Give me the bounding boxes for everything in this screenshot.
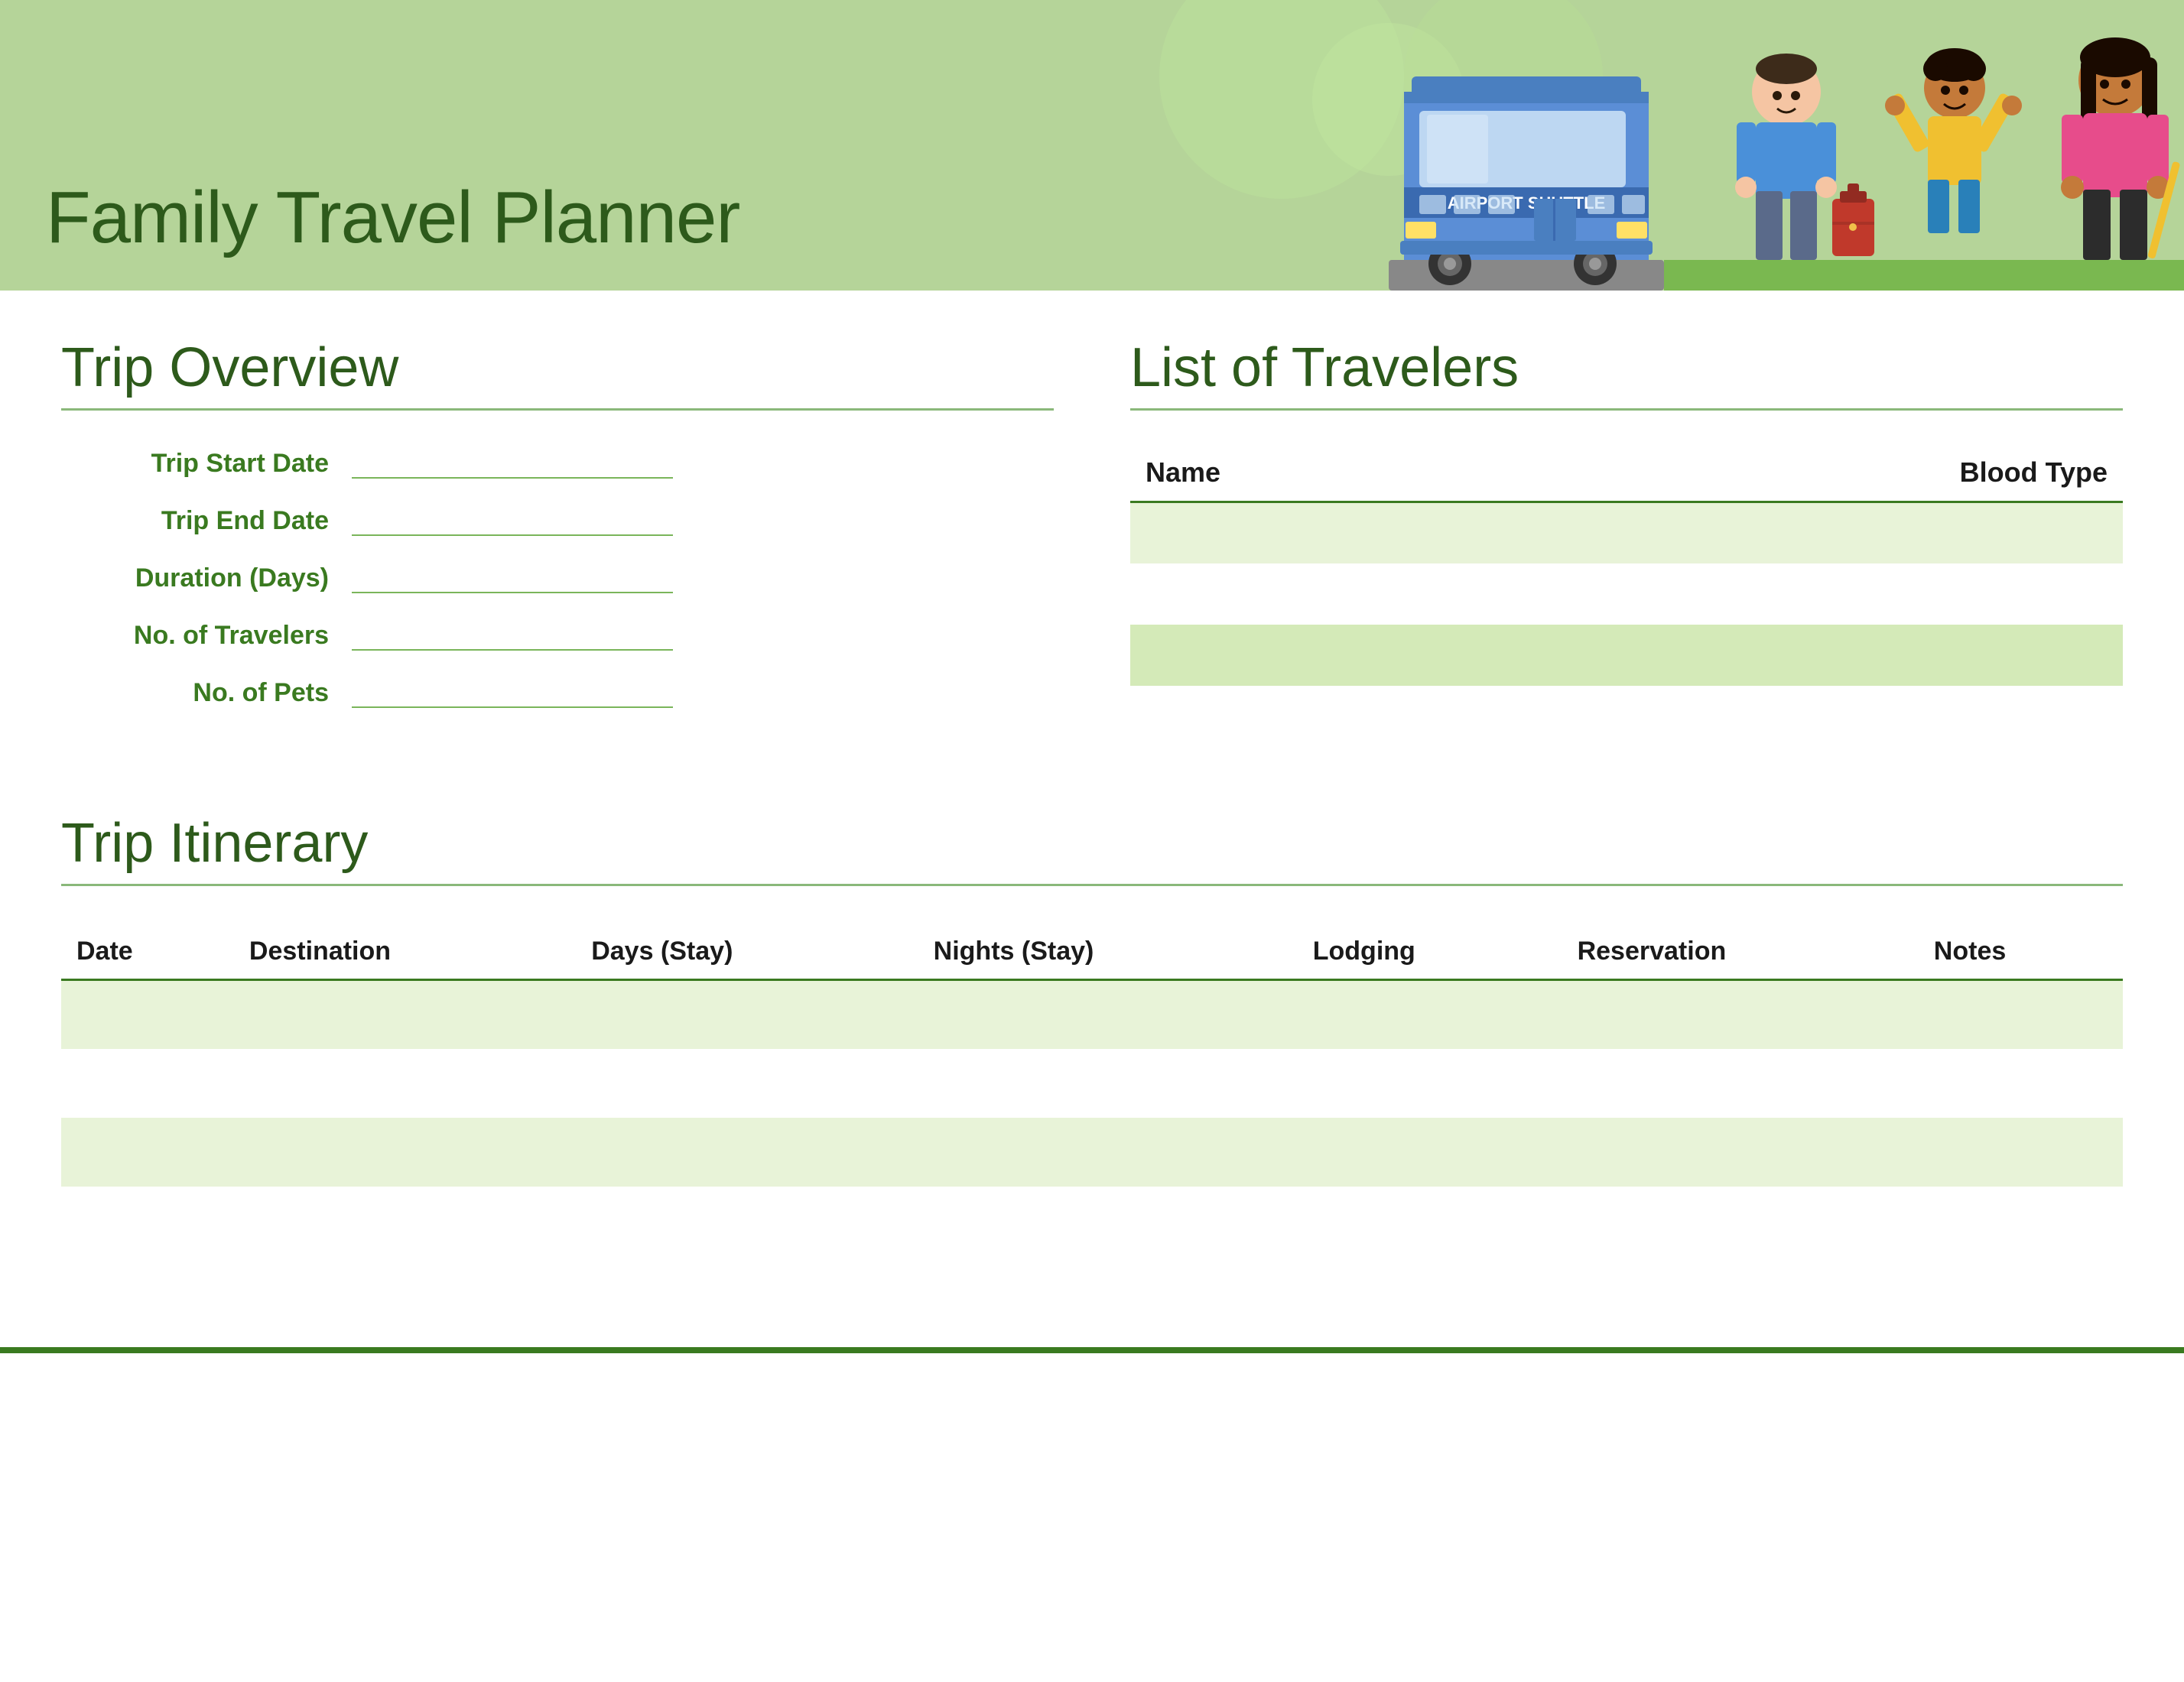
trip-end-date-row: Trip End Date bbox=[61, 506, 1054, 536]
traveler-bloodtype-3[interactable] bbox=[1500, 625, 2123, 686]
table-row[interactable] bbox=[61, 980, 2123, 1049]
trip-itinerary-section: Trip Itinerary Date Destination Days (St… bbox=[61, 812, 2123, 1255]
table-row[interactable] bbox=[61, 1187, 2123, 1255]
num-pets-row: No. of Pets bbox=[61, 678, 1054, 708]
travelers-name-header: Name bbox=[1130, 449, 1500, 502]
list-of-travelers-section: List of Travelers Name Blood Type bbox=[1130, 336, 2123, 735]
itinerary-lodging-1[interactable] bbox=[1298, 980, 1562, 1049]
itinerary-date-2[interactable] bbox=[61, 1049, 234, 1118]
duration-row: Duration (Days) bbox=[61, 563, 1054, 593]
itinerary-lodging-header: Lodging bbox=[1298, 924, 1562, 980]
duration-label: Duration (Days) bbox=[61, 563, 352, 593]
trip-start-date-input[interactable] bbox=[352, 477, 673, 479]
itinerary-lodging-3[interactable] bbox=[1298, 1118, 1562, 1187]
itinerary-days-3[interactable] bbox=[576, 1118, 918, 1187]
footer-line bbox=[0, 1347, 2184, 1353]
trip-end-date-input[interactable] bbox=[352, 534, 673, 536]
itinerary-notes-header: Notes bbox=[1919, 924, 2123, 980]
itinerary-reservation-1[interactable] bbox=[1562, 980, 1919, 1049]
page-header: Family Travel Planner AIRPORT SHUTTLE bbox=[0, 0, 2184, 291]
trip-start-date-label: Trip Start Date bbox=[61, 449, 352, 479]
itinerary-days-4[interactable] bbox=[576, 1187, 918, 1255]
itinerary-destination-header: Destination bbox=[234, 924, 576, 980]
itinerary-reservation-2[interactable] bbox=[1562, 1049, 1919, 1118]
itinerary-days-2[interactable] bbox=[576, 1049, 918, 1118]
duration-input[interactable] bbox=[352, 592, 673, 593]
itinerary-table: Date Destination Days (Stay) Nights (Sta… bbox=[61, 924, 2123, 1255]
itinerary-lodging-2[interactable] bbox=[1298, 1049, 1562, 1118]
itinerary-reservation-header: Reservation bbox=[1562, 924, 1919, 980]
itinerary-date-header: Date bbox=[61, 924, 234, 980]
itinerary-notes-2[interactable] bbox=[1919, 1049, 2123, 1118]
num-pets-label: No. of Pets bbox=[61, 678, 352, 708]
list-of-travelers-title: List of Travelers bbox=[1130, 336, 2123, 411]
itinerary-notes-3[interactable] bbox=[1919, 1118, 2123, 1187]
traveler-bloodtype-1[interactable] bbox=[1500, 502, 2123, 563]
traveler-name-3[interactable] bbox=[1130, 625, 1500, 686]
traveler-name-2[interactable] bbox=[1130, 563, 1500, 625]
main-content: Trip Overview Trip Start Date Trip End D… bbox=[0, 291, 2184, 1301]
itinerary-nights-header: Nights (Stay) bbox=[918, 924, 1298, 980]
itinerary-notes-1[interactable] bbox=[1919, 980, 2123, 1049]
trip-end-date-label: Trip End Date bbox=[61, 506, 352, 536]
num-travelers-label: No. of Travelers bbox=[61, 621, 352, 651]
itinerary-date-3[interactable] bbox=[61, 1118, 234, 1187]
table-row[interactable] bbox=[1130, 563, 2123, 625]
itinerary-date-1[interactable] bbox=[61, 980, 234, 1049]
itinerary-destination-3[interactable] bbox=[234, 1118, 576, 1187]
bus-illustration: AIRPORT SHUTTLE bbox=[1389, 46, 1664, 291]
travelers-table: Name Blood Type bbox=[1130, 449, 2123, 686]
itinerary-lodging-4[interactable] bbox=[1298, 1187, 1562, 1255]
traveler-bloodtype-2[interactable] bbox=[1500, 563, 2123, 625]
top-section: Trip Overview Trip Start Date Trip End D… bbox=[61, 336, 2123, 735]
itinerary-nights-1[interactable] bbox=[918, 980, 1298, 1049]
table-row[interactable] bbox=[1130, 625, 2123, 686]
num-travelers-input[interactable] bbox=[352, 649, 673, 651]
itinerary-days-1[interactable] bbox=[576, 980, 918, 1049]
itinerary-nights-2[interactable] bbox=[918, 1049, 1298, 1118]
traveler-name-1[interactable] bbox=[1130, 502, 1500, 563]
travelers-bloodtype-header: Blood Type bbox=[1500, 449, 2123, 502]
itinerary-notes-4[interactable] bbox=[1919, 1187, 2123, 1255]
itinerary-nights-3[interactable] bbox=[918, 1118, 1298, 1187]
figures-illustration bbox=[1664, 31, 2184, 291]
num-travelers-row: No. of Travelers bbox=[61, 621, 1054, 651]
table-row[interactable] bbox=[61, 1118, 2123, 1187]
itinerary-days-header: Days (Stay) bbox=[576, 924, 918, 980]
trip-overview-section: Trip Overview Trip Start Date Trip End D… bbox=[61, 336, 1054, 735]
itinerary-destination-2[interactable] bbox=[234, 1049, 576, 1118]
trip-overview-title: Trip Overview bbox=[61, 336, 1054, 411]
page-title: Family Travel Planner bbox=[0, 176, 739, 260]
trip-start-date-row: Trip Start Date bbox=[61, 449, 1054, 479]
itinerary-destination-1[interactable] bbox=[234, 980, 576, 1049]
num-pets-input[interactable] bbox=[352, 706, 673, 708]
itinerary-date-4[interactable] bbox=[61, 1187, 234, 1255]
itinerary-reservation-4[interactable] bbox=[1562, 1187, 1919, 1255]
table-row[interactable] bbox=[1130, 502, 2123, 563]
table-row[interactable] bbox=[61, 1049, 2123, 1118]
itinerary-destination-4[interactable] bbox=[234, 1187, 576, 1255]
itinerary-nights-4[interactable] bbox=[918, 1187, 1298, 1255]
itinerary-reservation-3[interactable] bbox=[1562, 1118, 1919, 1187]
trip-itinerary-title: Trip Itinerary bbox=[61, 812, 2123, 886]
